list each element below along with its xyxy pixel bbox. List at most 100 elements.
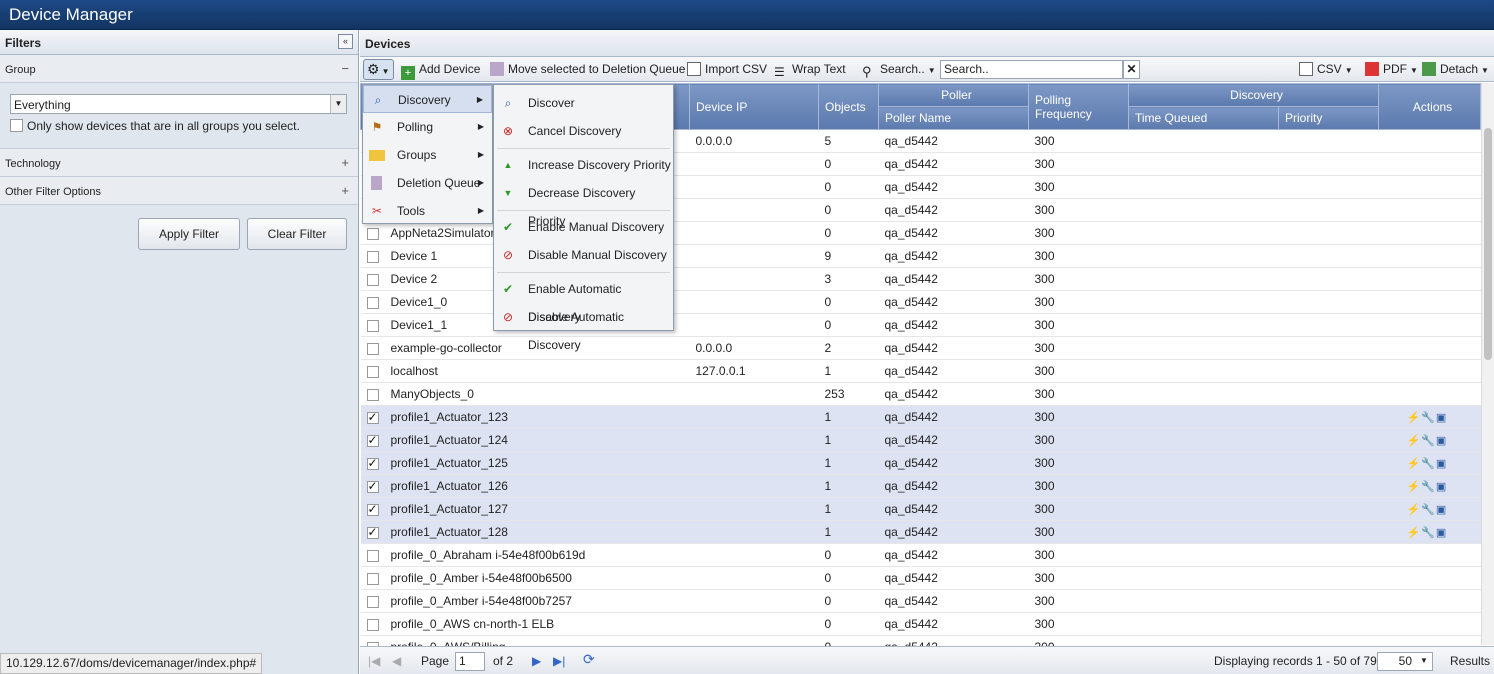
menu-item-discover[interactable]: ⌕ Discover [494,89,673,117]
collapse-panel-icon[interactable]: « [338,34,353,49]
wrap-text-button[interactable]: ☰ Wrap Text [774,60,846,79]
edit-device-icon[interactable]: ▣ [1436,504,1447,516]
priority-column-header[interactable]: Priority [1278,106,1379,130]
edit-device-icon[interactable]: ▣ [1436,481,1447,493]
import-csv-button[interactable]: Import CSV [687,60,767,79]
vertical-scrollbar[interactable] [1481,83,1494,645]
table-row[interactable]: profile_0_AWS cn-north-1 ELB 0 qa_d5442 300 [360,612,1481,636]
plus-icon[interactable]: + [341,155,349,170]
edit-device-icon[interactable]: ▣ [1436,435,1447,447]
select-cell[interactable] [360,566,385,590]
table-row[interactable]: localhost 127.0.0.1 1 qa_d5442 300 [360,359,1481,383]
wrench-icon[interactable]: 🔧 [1421,481,1436,493]
poll-now-icon[interactable]: ⚡ [1407,527,1422,539]
csv-export-button[interactable]: CSV ▼ [1299,60,1353,79]
select-cell[interactable] [360,405,385,429]
poll-now-icon[interactable]: ⚡ [1407,458,1422,470]
group-section-header[interactable]: Group − [0,55,358,83]
wrench-icon[interactable]: 🔧 [1421,527,1436,539]
only-all-groups-checkbox[interactable] [10,119,23,132]
row-checkbox[interactable] [366,250,379,263]
select-cell[interactable] [360,451,385,475]
dropdown-arrow-icon[interactable]: ▼ [330,95,346,113]
plus-icon[interactable]: + [341,183,349,198]
select-cell[interactable] [360,382,385,406]
wrench-icon[interactable]: 🔧 [1421,435,1436,447]
select-cell[interactable] [360,497,385,521]
other-options-section-header[interactable]: Other Filter Options + [0,177,358,205]
table-row[interactable]: profile1_Actuator_123 1 qa_d5442 300 ⚡🔧▣ [360,405,1481,429]
select-cell[interactable] [360,589,385,613]
row-checkbox[interactable] [366,479,379,493]
select-cell[interactable] [360,267,385,291]
menu-item-decrease-priority[interactable]: ▼ Decrease Discovery Priority [494,179,673,228]
last-page-icon[interactable]: ▶| [553,654,565,668]
chevron-down-icon[interactable]: ▼ [1420,656,1428,665]
row-checkbox[interactable] [366,502,379,516]
poller-name-column-header[interactable]: Poller Name [878,106,1029,130]
menu-item-discovery[interactable]: ⌕ Discovery ▶ [363,85,492,113]
select-cell[interactable] [360,612,385,636]
minus-icon[interactable]: − [341,61,349,76]
table-row[interactable]: ManyObjects_0 253 qa_d5442 300 [360,382,1481,406]
search-mode-button[interactable]: ⚲ Search.. ▼ [862,60,936,79]
row-checkbox[interactable] [366,410,379,424]
menu-item-groups[interactable]: Groups ▶ [363,141,492,169]
detach-button[interactable]: Detach ▼ [1422,60,1489,79]
row-checkbox[interactable] [366,595,379,608]
clear-search-icon[interactable]: ✕ [1123,60,1140,79]
row-checkbox[interactable] [366,433,379,447]
edit-device-icon[interactable]: ▣ [1436,527,1447,539]
wrench-icon[interactable]: 🔧 [1421,458,1436,470]
wrench-icon[interactable]: 🔧 [1421,412,1436,424]
apply-filter-button[interactable]: Apply Filter [138,218,240,250]
menu-item-increase-priority[interactable]: ▲ Increase Discovery Priority [494,151,673,179]
poll-now-icon[interactable]: ⚡ [1407,412,1422,424]
edit-device-icon[interactable]: ▣ [1436,458,1447,470]
poll-now-icon[interactable]: ⚡ [1407,481,1422,493]
row-checkbox[interactable] [366,365,379,378]
add-device-button[interactable]: + Add Device [401,60,480,80]
edit-device-icon[interactable]: ▣ [1436,412,1447,424]
menu-item-disable-manual[interactable]: ⊘ Disable Manual Discovery [494,241,673,269]
menu-item-disable-automatic[interactable]: ⊘ Disable Automatic Discovery [494,303,673,352]
pdf-export-button[interactable]: PDF ▼ [1365,60,1418,79]
table-row[interactable]: profile1_Actuator_124 1 qa_d5442 300 ⚡🔧▣ [360,428,1481,452]
search-input[interactable]: Search.. [940,60,1123,79]
next-page-icon[interactable]: ▶ [532,654,541,668]
select-cell[interactable] [360,359,385,383]
row-checkbox[interactable] [366,572,379,585]
row-checkbox[interactable] [366,342,379,355]
first-page-icon[interactable]: |◀ [368,654,380,668]
select-cell[interactable] [360,336,385,360]
table-row[interactable]: profile1_Actuator_128 1 qa_d5442 300 ⚡🔧▣ [360,520,1481,544]
poll-now-icon[interactable]: ⚡ [1407,504,1422,516]
row-checkbox[interactable] [366,525,379,539]
row-checkbox[interactable] [366,227,379,240]
select-cell[interactable] [360,290,385,314]
device-ip-column-header[interactable]: Device IP [689,83,819,130]
technology-section-header[interactable]: Technology + [0,149,358,177]
row-checkbox[interactable] [366,296,379,309]
select-cell[interactable] [360,543,385,567]
prev-page-icon[interactable]: ◀ [392,654,401,668]
table-row[interactable]: profile1_Actuator_125 1 qa_d5442 300 ⚡🔧▣ [360,451,1481,475]
table-row[interactable]: profile_0_Amber i-54e48f00b6500 0 qa_d5442… [360,566,1481,590]
move-to-deletion-button[interactable]: Move selected to Deletion Queue [490,60,685,79]
group-select[interactable]: Everything ▼ [10,94,347,114]
table-row[interactable]: profile1_Actuator_126 1 qa_d5442 300 ⚡🔧▣ [360,474,1481,498]
menu-item-polling[interactable]: ⚑ Polling ▶ [363,113,492,141]
wrench-icon[interactable]: 🔧 [1421,504,1436,516]
table-row[interactable]: profile_0_Amber i-54e48f00b7257 0 qa_d5442… [360,589,1481,613]
menu-item-enable-automatic[interactable]: ✔ Enable Automatic Discovery [494,275,673,324]
table-row[interactable]: profile1_Actuator_127 1 qa_d5442 300 ⚡🔧▣ [360,497,1481,521]
select-cell[interactable] [360,244,385,268]
menu-item-tools[interactable]: ✂ Tools ▶ [363,197,492,225]
menu-item-enable-manual[interactable]: ✔ Enable Manual Discovery [494,213,673,241]
select-cell[interactable] [360,520,385,544]
poll-now-icon[interactable]: ⚡ [1407,435,1422,447]
scrollbar-thumb[interactable] [1484,128,1492,360]
polling-frequency-column-header[interactable]: Polling Frequency [1028,83,1129,130]
menu-item-cancel-discovery[interactable]: ⊗ Cancel Discovery [494,117,673,145]
select-cell[interactable] [360,474,385,498]
